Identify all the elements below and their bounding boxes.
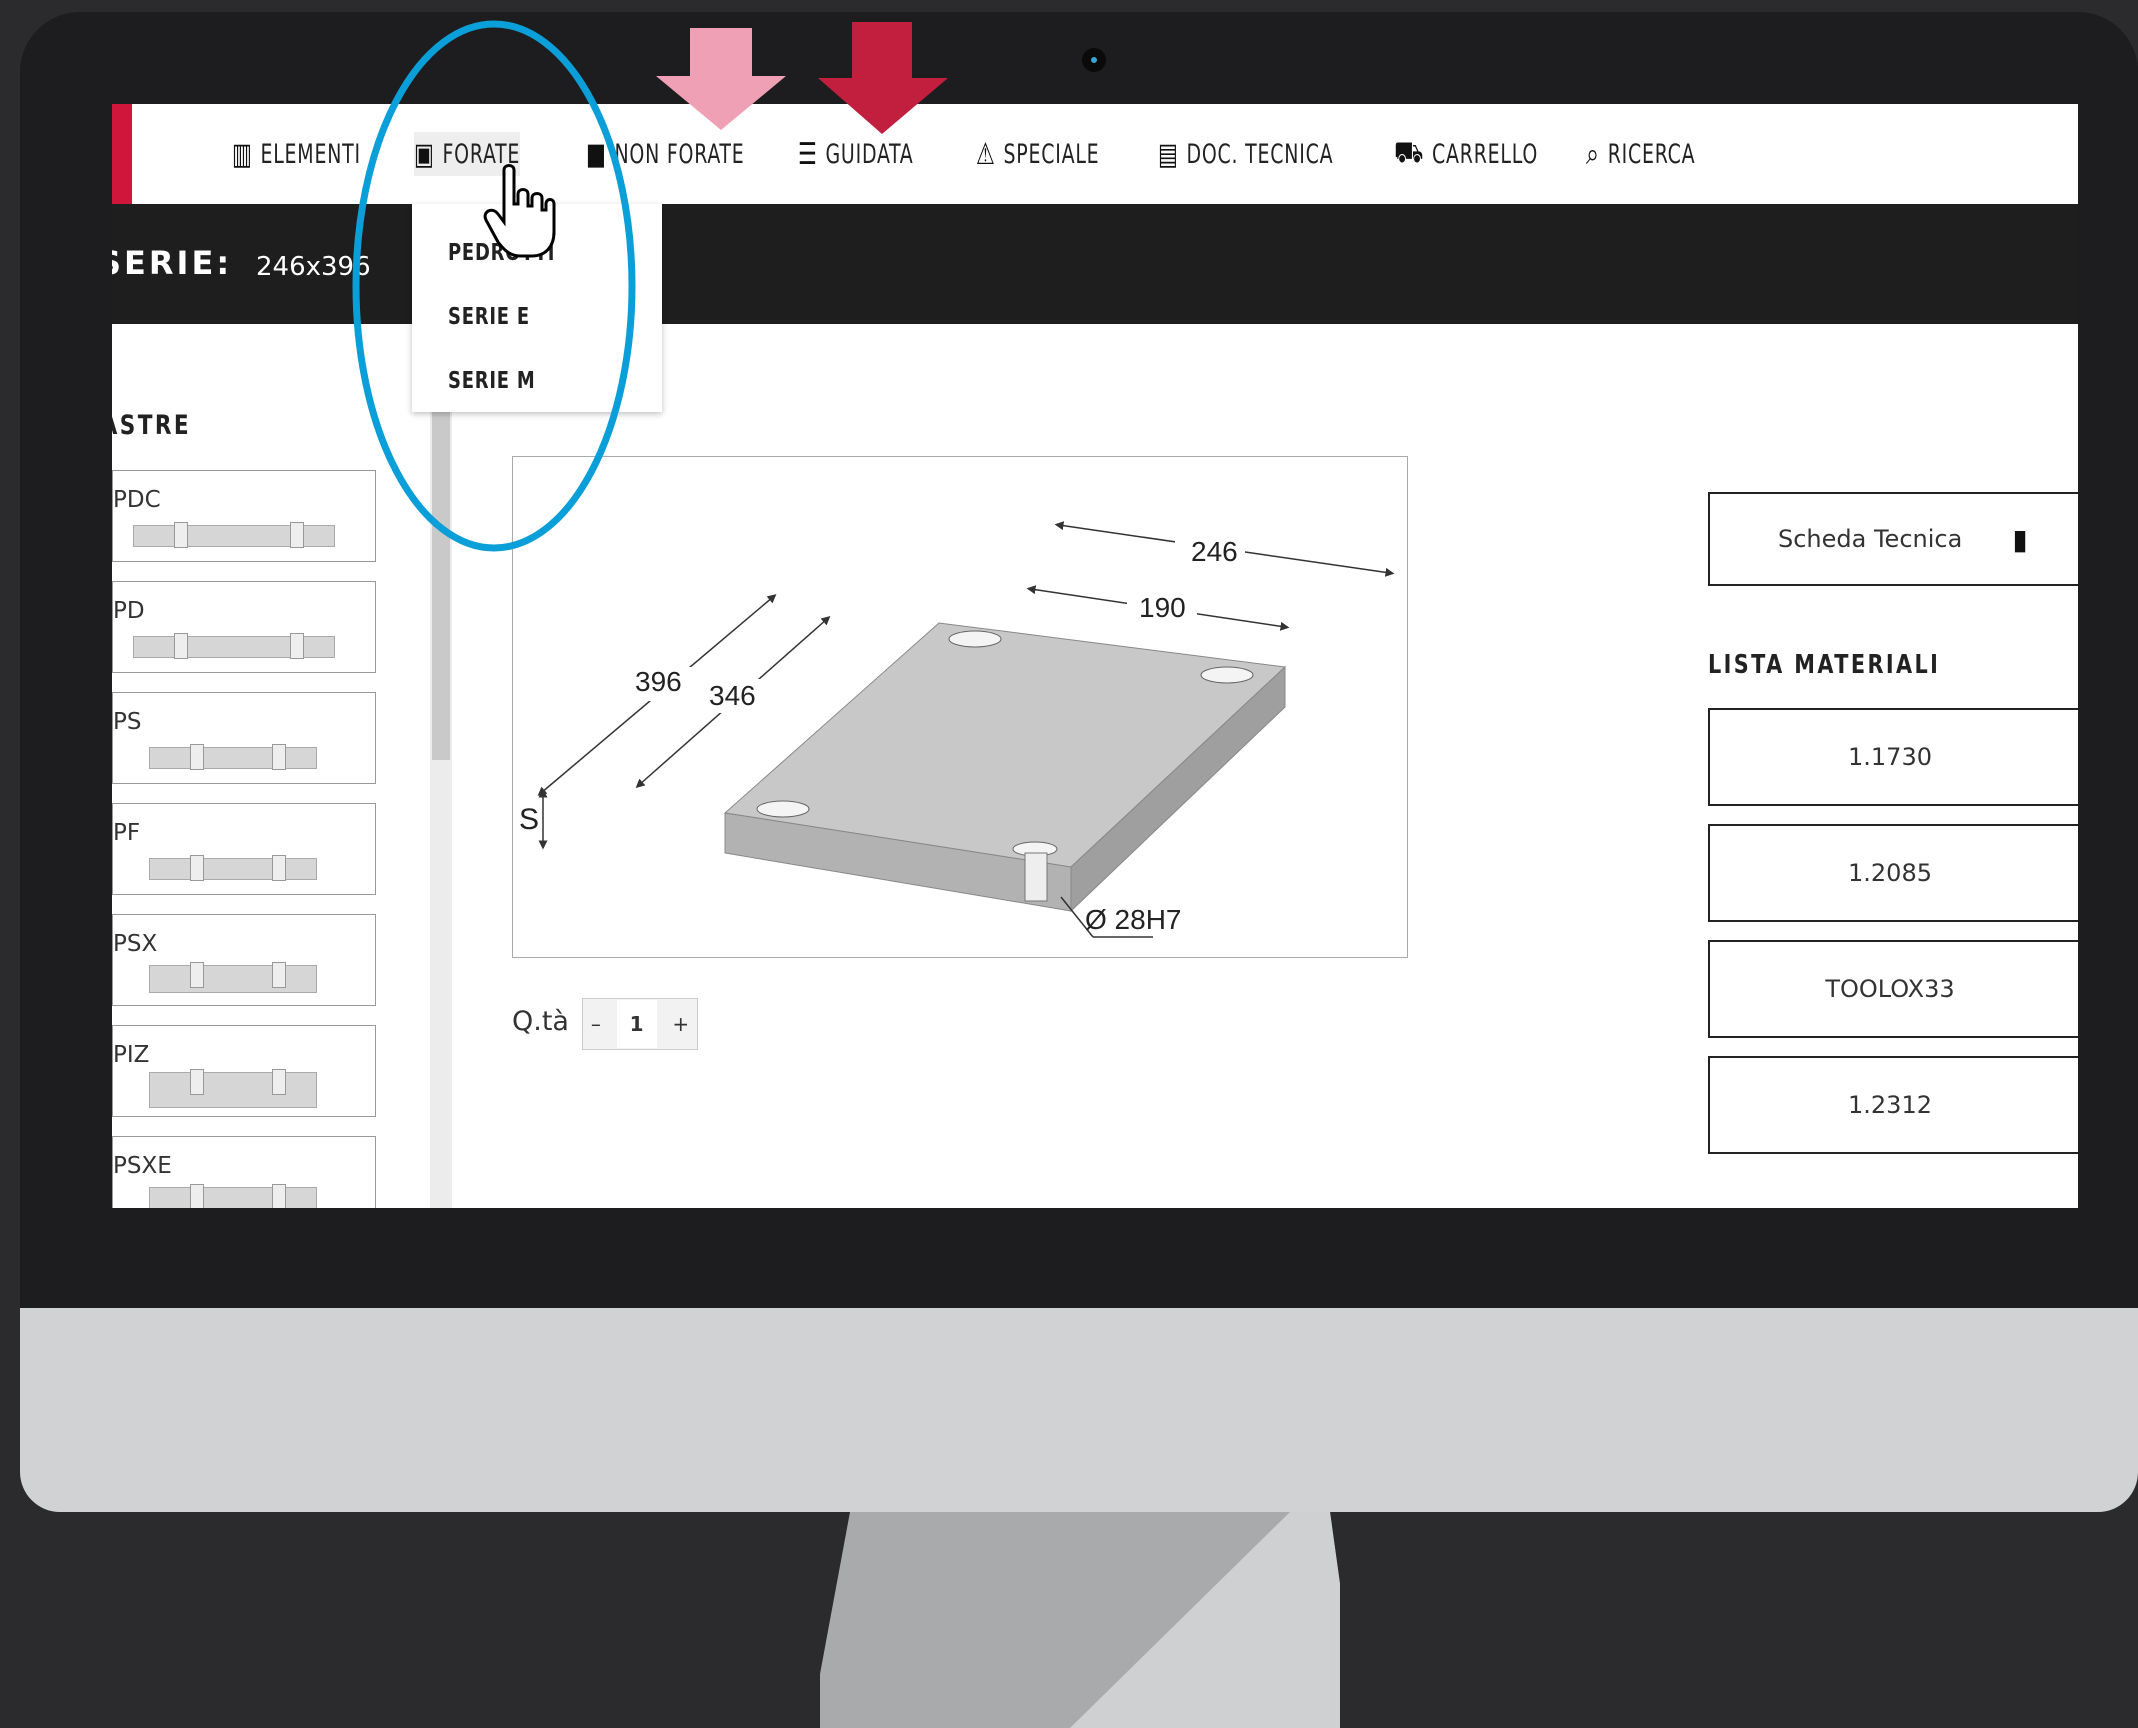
materials-title: LISTA MATERIALI (1708, 650, 1941, 680)
dim-s: S (519, 803, 539, 836)
dropdown-item-pedrotti[interactable]: PEDROTTI (448, 240, 555, 266)
material-button[interactable]: 1.2312 (1708, 1056, 2078, 1154)
nav-forate[interactable]: ▣ FORATE (414, 132, 521, 176)
nav-doc-tecnica[interactable]: ▤ DOC. TECNICA (1158, 132, 1333, 176)
sidebar-item-piz[interactable]: PIZ (112, 1025, 376, 1117)
quantity-value[interactable]: 1 (616, 1000, 657, 1048)
nav-label: NON FORATE (614, 138, 745, 170)
plate-thumbnail (133, 522, 335, 548)
search-icon: ⌕ (1586, 136, 1600, 172)
dropdown-item-serie-e[interactable]: SERIE E (448, 304, 530, 330)
dim-396: 396 (635, 666, 682, 697)
file-icon: ▮ (2012, 522, 2028, 556)
monitor-chin (20, 1308, 2138, 1512)
drilled-plate-icon: ▣ (414, 136, 435, 172)
sidebar-item-label: PSXE (113, 1153, 172, 1179)
sidebar-scrollbar-thumb[interactable] (432, 404, 450, 760)
nav-speciale[interactable]: ⚠ SPECIALE (976, 132, 1099, 176)
sidebar-item-psx[interactable]: PSX (112, 914, 376, 1006)
nav-label: DOC. TECNICA (1186, 138, 1334, 170)
plate-thumbnail (149, 962, 317, 993)
bar-chart-icon: ▥ (232, 136, 253, 172)
quantity-label: Q.tà (512, 1006, 569, 1037)
sidebar-item-label: PDC (113, 487, 161, 513)
nav-guidata[interactable]: ☰ GUIDATA (798, 132, 914, 176)
sidebar-title: PIASTRE (112, 410, 192, 441)
document-icon: ▤ (1158, 136, 1179, 172)
nav-label: CARRELLO (1432, 138, 1539, 170)
series-bar (112, 204, 2078, 324)
material-button[interactable]: TOOLOX33 (1708, 940, 2078, 1038)
sidebar-item-label: PIZ (113, 1042, 150, 1068)
tech-sheet-button[interactable]: Scheda Tecnica ▮ (1708, 492, 2078, 586)
sidebar-item-ps[interactable]: PS (112, 692, 376, 784)
sidebar-item-label: PS (113, 709, 142, 735)
sidebar-item-label: PF (113, 820, 141, 846)
nav-label: GUIDATA (825, 138, 914, 170)
nav-label: SPECIALE (1003, 138, 1100, 170)
nav-label: RICERCA (1607, 138, 1696, 170)
increment-button[interactable]: + (672, 1012, 689, 1036)
warning-triangle-icon: ⚠ (976, 136, 996, 172)
dropdown-item-serie-m[interactable]: SERIE M (448, 368, 535, 394)
plate-thumbnail (149, 744, 317, 770)
plate-thumbnail (149, 855, 317, 881)
sidebar-item-pd[interactable]: PD (112, 581, 376, 673)
material-label: 1.2085 (1848, 859, 1932, 887)
solid-plate-icon: ■ (586, 136, 607, 172)
dim-hole: Ø 28H7 (1085, 904, 1182, 935)
material-label: 1.1730 (1848, 743, 1932, 771)
nav-ricerca[interactable]: ⌕ RICERCA (1586, 132, 1695, 176)
decrement-button[interactable]: – (591, 1012, 601, 1036)
series-value: 246x396 (256, 252, 371, 282)
cart-icon: ⛟ (1394, 134, 1425, 170)
nav-non-forate[interactable]: ■ NON FORATE (586, 132, 745, 176)
series-label: SERIE: (112, 244, 233, 282)
plate-thumbnail (133, 633, 335, 659)
nav-carrello[interactable]: ⛟ CARRELLO (1394, 132, 1538, 176)
dim-246: 246 (1191, 536, 1238, 567)
guided-plate-icon: ☰ (798, 136, 818, 172)
nav-elementi[interactable]: ▥ ELEMENTI (232, 132, 361, 176)
forate-dropdown-menu: PEDROTTI SERIE E SERIE M (412, 204, 662, 412)
material-label: 1.2312 (1848, 1091, 1932, 1119)
material-button[interactable]: 1.2085 (1708, 824, 2078, 922)
sidebar-item-label: PSX (113, 931, 158, 957)
quantity-stepper[interactable]: – 1 + (582, 998, 698, 1050)
brand-accent-bar (112, 104, 132, 204)
plate-thumbnail (149, 1069, 317, 1108)
technical-drawing: 246 190 396 346 S Ø 28H7 (512, 456, 1408, 958)
sidebar-item-pf[interactable]: PF (112, 803, 376, 895)
monitor-stand (820, 1512, 1340, 1728)
dim-346: 346 (709, 680, 756, 711)
sidebar-item-label: PD (113, 598, 145, 624)
material-label: TOOLOX33 (1825, 975, 1955, 1003)
sidebar-item-pdc[interactable]: PDC (112, 470, 376, 562)
material-button[interactable]: 1.1730 (1708, 708, 2078, 806)
webcam (1082, 48, 1106, 72)
sidebar-item-psxe[interactable]: PSXE (112, 1136, 376, 1208)
tech-sheet-label: Scheda Tecnica (1778, 525, 1963, 553)
nav-label: FORATE (442, 138, 521, 170)
screen: ▥ ELEMENTI ▣ FORATE ■ NON FORATE ☰ GUIDA… (112, 104, 2078, 1208)
plate-thumbnail (149, 1184, 317, 1208)
nav-label: ELEMENTI (260, 138, 361, 170)
top-navigation: ▥ ELEMENTI ▣ FORATE ■ NON FORATE ☰ GUIDA… (112, 104, 2078, 205)
dim-190: 190 (1139, 592, 1186, 623)
